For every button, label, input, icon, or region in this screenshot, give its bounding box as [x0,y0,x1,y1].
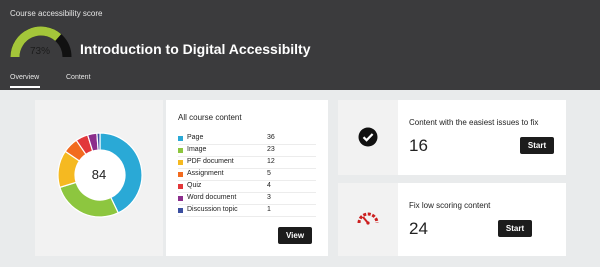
legend-count: 3 [267,194,271,201]
legend-label: PDF document [187,158,234,165]
content-total: 84 [91,167,107,182]
legend-label: Quiz [187,182,202,189]
legend-row-word-document: Word document 3 [178,193,316,205]
legend-row-assignment: Assignment 5 [178,169,316,181]
legend-label: Assignment [187,170,224,177]
legend-row-quiz: Quiz 4 [178,181,316,193]
tab-overview[interactable]: Overview [10,74,40,88]
legend-swatch [178,208,183,213]
legend-row-pdf-document: PDF document 12 [178,157,316,169]
legend-label: Discussion topic [187,206,238,213]
app-label: Course accessibility score [10,9,103,18]
view-button[interactable]: View [278,227,312,244]
page-title: Introduction to Digital Accessibilty [80,41,311,57]
legend-swatch [178,160,183,165]
legend-count: 1 [267,206,271,213]
legend-swatch [178,148,183,153]
easiest-issues-title: Content with the easiest issues to fix [409,118,539,127]
low-scoring-card: Fix low scoring content 24 Start [338,183,566,256]
low-scoring-title: Fix low scoring content [409,201,491,210]
legend-count: 5 [267,170,271,177]
legend-swatch [178,136,183,141]
start-low-scoring-button[interactable]: Start [498,220,532,237]
legend-swatch [178,184,183,189]
start-easiest-button[interactable]: Start [520,137,554,154]
legend-count: 36 [267,134,275,141]
speedometer-low-icon [357,212,379,225]
check-circle-icon [358,127,378,147]
score-percent: 73% [30,46,51,57]
low-scoring-count: 24 [409,219,428,238]
legend-row-image: Image 23 [178,145,316,157]
legend-count: 4 [267,182,271,189]
easiest-issues-count: 16 [409,136,428,155]
legend-swatch [178,196,183,201]
legend-count: 12 [267,158,275,165]
tab-content[interactable]: Content [66,74,91,81]
legend-label: Image [187,146,207,153]
legend-row-discussion-topic: Discussion topic 1 [178,205,316,217]
card-icon-area [338,100,398,175]
legend-label: Page [187,134,204,141]
easiest-issues-card: Content with the easiest issues to fix 1… [338,100,566,175]
content-list-title: All course content [178,113,242,122]
legend-swatch [178,172,183,177]
legend-row-page: Page 36 [178,133,316,145]
legend-label: Word document [187,194,237,201]
content-donut-panel: 84 [35,100,163,256]
course-header: Course accessibility score 73% Introduct… [0,0,600,90]
legend-count: 23 [267,146,275,153]
card-icon-area [338,183,398,256]
content-list-panel: All course content Page 36 Image 23 PDF … [166,100,328,256]
